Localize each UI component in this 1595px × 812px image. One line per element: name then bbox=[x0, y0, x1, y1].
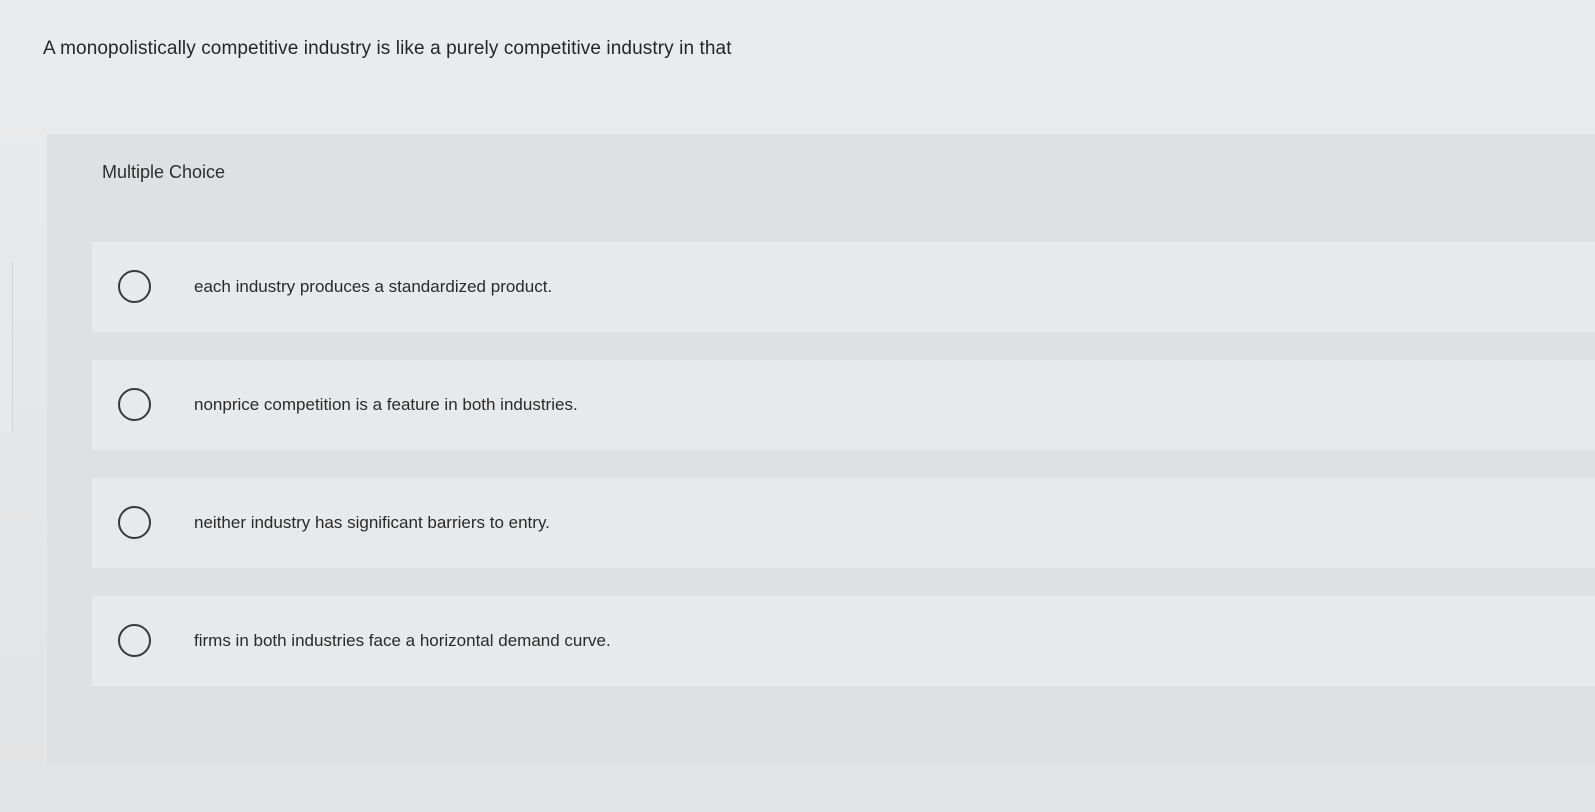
multiple-choice-label: Multiple Choice bbox=[102, 162, 226, 182]
option-item-3[interactable]: neither industry has significant barrier… bbox=[92, 478, 1595, 568]
radio-button-icon[interactable] bbox=[118, 270, 151, 303]
option-label: nonprice competition is a feature in bot… bbox=[194, 395, 578, 414]
left-edge-frame bbox=[0, 262, 13, 432]
option-item-1[interactable]: each industry produces a standardized pr… bbox=[92, 242, 1595, 332]
option-label: firms in both industries face a horizont… bbox=[194, 631, 611, 650]
radio-button-icon[interactable] bbox=[118, 624, 151, 657]
radio-button-icon[interactable] bbox=[118, 506, 151, 539]
option-label: each industry produces a standardized pr… bbox=[194, 277, 553, 296]
options-list: each industry produces a standardized pr… bbox=[92, 242, 1595, 714]
option-label: neither industry has significant barrier… bbox=[194, 513, 550, 532]
option-item-4[interactable]: firms in both industries face a horizont… bbox=[92, 596, 1595, 686]
multiple-choice-panel: Multiple Choice each industry produces a… bbox=[47, 134, 1595, 764]
radio-button-icon[interactable] bbox=[118, 388, 151, 421]
option-item-2[interactable]: nonprice competition is a feature in bot… bbox=[92, 360, 1595, 450]
question-text: A monopolistically competitive industry … bbox=[43, 38, 732, 59]
